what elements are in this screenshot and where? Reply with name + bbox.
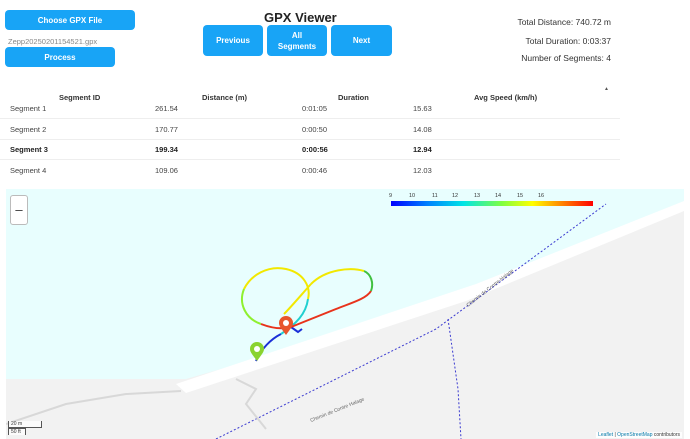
all-segments-button[interactable]: All Segments [267,25,327,56]
cell-duration: 0:00:50 [302,125,328,134]
cell-segment-id: Segment 1 [10,104,47,113]
route-segment [310,268,365,285]
cell-duration: 0:00:56 [302,145,328,154]
cell-distance: 109.06 [155,166,178,175]
cell-avg-speed: 12.03 [413,166,432,175]
speed-color-bar [391,201,593,206]
zoom-control: – [10,195,28,225]
map-scale: 20 m 50 ft [8,421,42,435]
file-name-label: Zepp20250201154521.gpx [8,37,98,46]
cell-segment-id: Segment 2 [10,125,47,134]
header-distance[interactable]: Distance (m) [202,93,247,102]
end-marker-icon[interactable] [279,316,293,336]
total-distance: Total Distance: 740.72 m [517,17,611,27]
cell-distance: 170.77 [155,125,178,134]
page-title: GPX Viewer [264,10,337,25]
cell-distance: 199.34 [155,145,178,154]
map-attribution: Leaflet | OpenStreetMap contributors [596,432,682,438]
cell-segment-id: Segment 3 [10,145,48,154]
start-marker-icon[interactable] [250,342,264,362]
number-of-segments: Number of Segments: 4 [521,53,611,63]
cell-avg-speed: 14.08 [413,125,432,134]
next-button[interactable]: Next [331,25,392,56]
cell-duration: 0:00:46 [302,166,328,175]
header-duration[interactable]: Duration [338,93,369,102]
previous-button[interactable]: Previous [203,25,263,56]
cell-avg-speed: 15.63 [413,104,432,113]
attribution-leaflet-link[interactable]: Leaflet [598,432,613,438]
route-segment [243,267,310,300]
map-canvas: Chemin de Contre-Halage Chemin de Contre… [6,201,684,439]
cell-avg-speed: 12.94 [413,145,432,154]
choose-gpx-button[interactable]: Choose GPX File [5,10,135,30]
header-avg-speed[interactable]: Avg Speed (km/h) [474,93,537,102]
route-segment [290,290,372,328]
route-segment [241,288,262,325]
total-duration: Total Duration: 0:03:37 [525,36,611,46]
cell-duration: 0:01:05 [302,104,328,113]
sort-icon[interactable]: ▲ [604,86,609,92]
route-segment [283,283,312,315]
cell-segment-id: Segment 4 [10,166,47,175]
map-view[interactable]: Chemin de Contre-Halage Chemin de Contre… [6,189,684,439]
attribution-osm-link[interactable]: OpenStreetMap [617,432,652,438]
header-segment-id[interactable]: Segment ID [59,93,100,102]
process-button[interactable]: Process [5,47,115,67]
cell-distance: 261.54 [155,104,178,113]
route-segment [363,270,374,292]
zoom-out-button[interactable]: – [11,203,27,217]
